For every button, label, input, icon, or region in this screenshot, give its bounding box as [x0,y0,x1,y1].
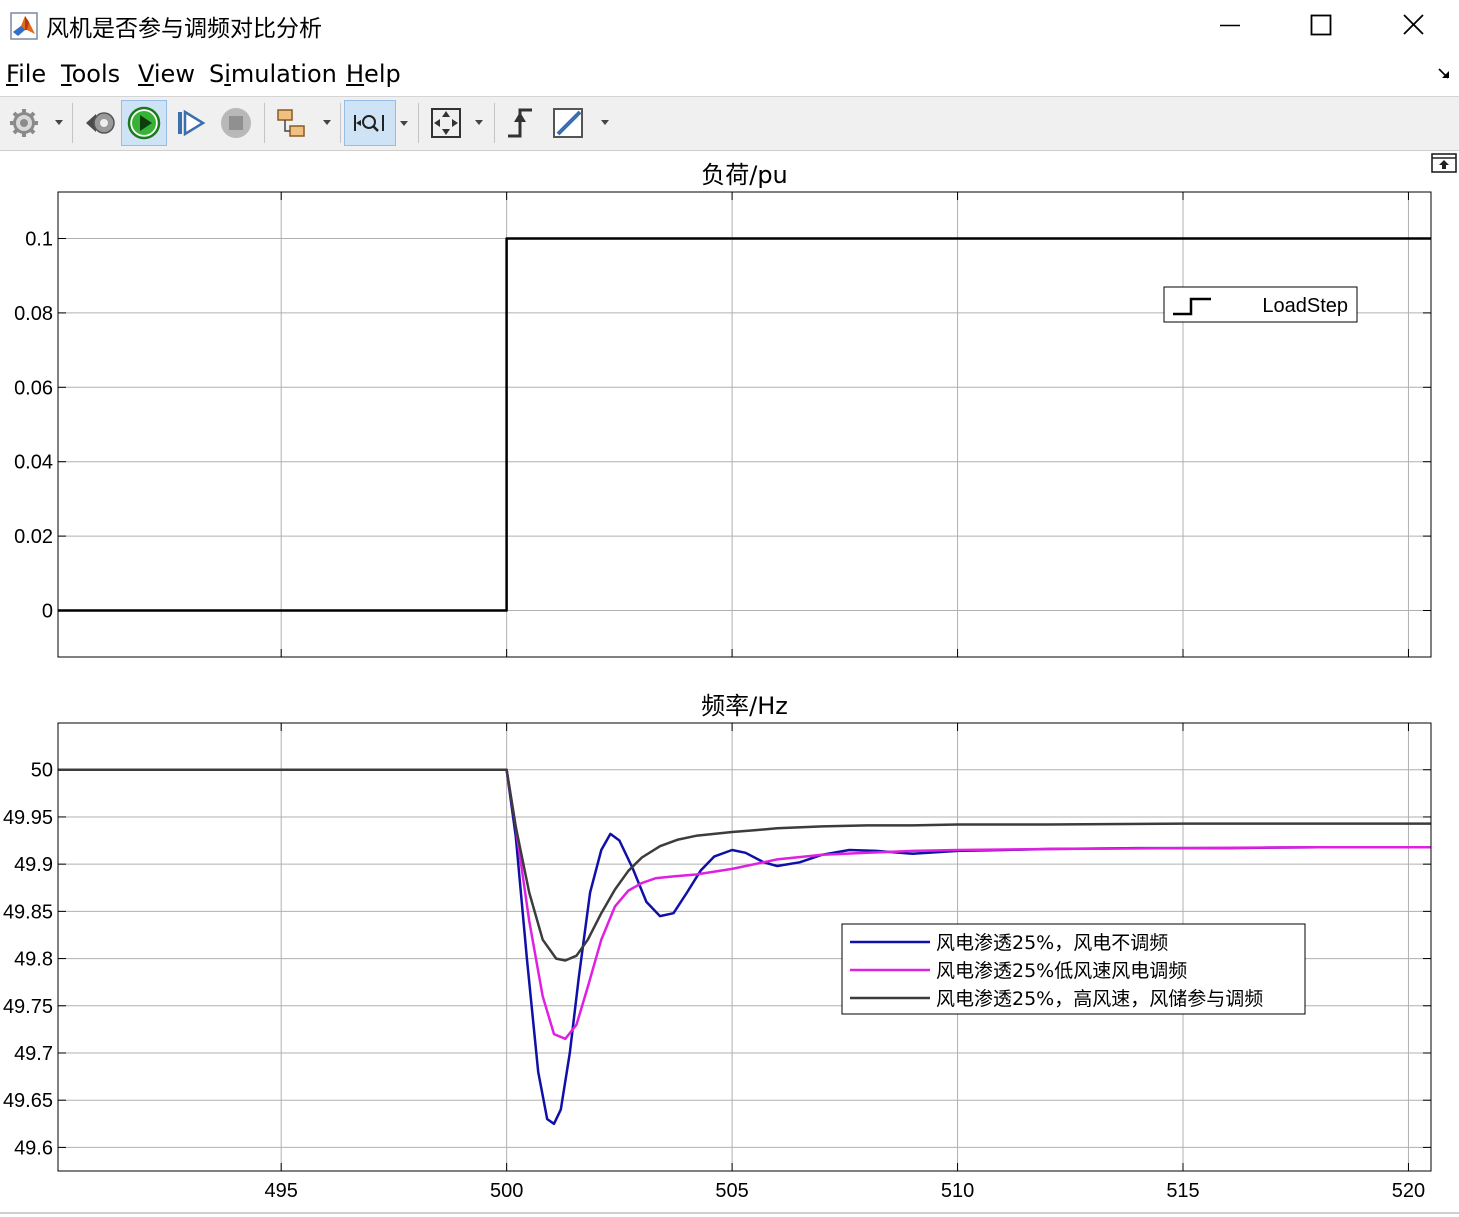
menu-simulation[interactable]: Simulation [209,60,337,88]
zoom-fit-button[interactable] [424,100,490,146]
y-tick-label: 49.65 [3,1090,53,1112]
settings-gear-icon [10,109,63,137]
window-title: 风机是否参与调频对比分析 [46,16,322,42]
legend-label-3: 风电渗透25%，高风速，风储参与调频 [936,988,1263,1010]
x-tick-label: 515 [1166,1180,1199,1202]
chart-title: 频率/Hz [701,692,788,720]
stop-icon [221,108,251,138]
chevron-down-icon [400,121,408,126]
run-button[interactable] [121,100,167,146]
menu-view[interactable]: View [138,60,195,88]
x-tick-label: 505 [715,1180,748,1202]
matlab-icon [10,12,38,40]
y-tick-label: 0.1 [25,229,53,251]
title-bar: 风机是否参与调频对比分析 [0,0,1459,52]
y-tick-label: 49.9 [14,854,53,876]
y-tick-label: 0 [42,601,53,623]
chart-1: 0 0.02 0.04 0.06 0.08 0.1 负荷/pu LoadStep [14,161,1432,658]
toolbar [0,96,1459,151]
y-tick-label: 49.95 [3,807,53,829]
chart-title: 负荷/pu [701,161,788,189]
menu-help[interactable]: Help [346,60,401,88]
minimize-button[interactable] [1206,8,1252,44]
x-tick-label: 520 [1392,1180,1425,1202]
maximize-button[interactable] [1298,8,1344,44]
y-tick-label: 0.04 [14,452,53,474]
zoom-x-icon [354,115,384,132]
y-tick-label: 49.7 [14,1043,53,1065]
y-tick-label: 0.06 [14,377,53,399]
cursor-measurements-icon [553,108,609,138]
triggers-icon [508,108,532,138]
menu-expand-icon[interactable] [1436,66,1452,82]
run-icon [127,106,161,140]
zoom-dropdown-button[interactable] [396,100,412,146]
y-tick-label: 49.8 [14,949,53,971]
maximize-icon [1310,14,1332,36]
y-tick-label: 49.75 [3,996,53,1018]
y-tick-label: 50 [31,760,53,782]
settings-button[interactable] [4,100,68,146]
zoom-x-button[interactable] [344,100,396,146]
step-back-icon [86,112,115,134]
status-divider [0,1212,1459,1214]
legend: 风电渗透25%，风电不调频风电渗透25%低风速风电调频风电渗透25%，高风速，风… [841,923,1306,1015]
legend: LoadStep [1163,286,1358,323]
y-tick-label: 0.08 [14,303,53,325]
zoom-fit-icon [431,108,483,138]
menu-tools[interactable]: Tools [61,60,120,88]
cursor-measurements-button[interactable] [548,100,614,146]
menu-file[interactable]: File [6,60,46,88]
legend-label-1: 风电渗透25%，风电不调频 [936,932,1168,954]
y-tick-label: 0.02 [14,526,53,548]
x-tick-label: 500 [490,1180,523,1202]
scope-plot-area: 00.020.040.060.080.1负荷/puLoadStep49.649.… [3,161,1432,1202]
step-forward-button[interactable] [170,100,210,146]
chart-2: 49.6 49.65 49.7 49.75 49.8 49.85 49.9 49.95 50 49… [3,692,1432,1202]
legend-label-2: 风电渗透25%低风速风电调频 [936,960,1187,982]
x-tick-label: 510 [941,1180,974,1202]
minimize-icon [1220,24,1240,27]
highlight-block-icon [277,109,331,137]
menu-bar: File Tools View Simulation Help [0,56,1459,94]
x-tick-label: 495 [265,1180,298,1202]
y-tick-label: 49.6 [14,1137,53,1159]
step-back-button[interactable] [80,100,120,146]
step-forward-icon [178,109,206,137]
y-tick-label: 49.85 [3,901,53,923]
stop-button[interactable] [214,100,258,146]
close-button[interactable] [1390,8,1436,44]
highlight-block-button[interactable] [270,100,336,146]
triggers-button[interactable] [500,100,540,146]
legend-label: LoadStep [1262,295,1348,317]
close-icon [1403,14,1424,35]
plot-background [58,192,1431,657]
